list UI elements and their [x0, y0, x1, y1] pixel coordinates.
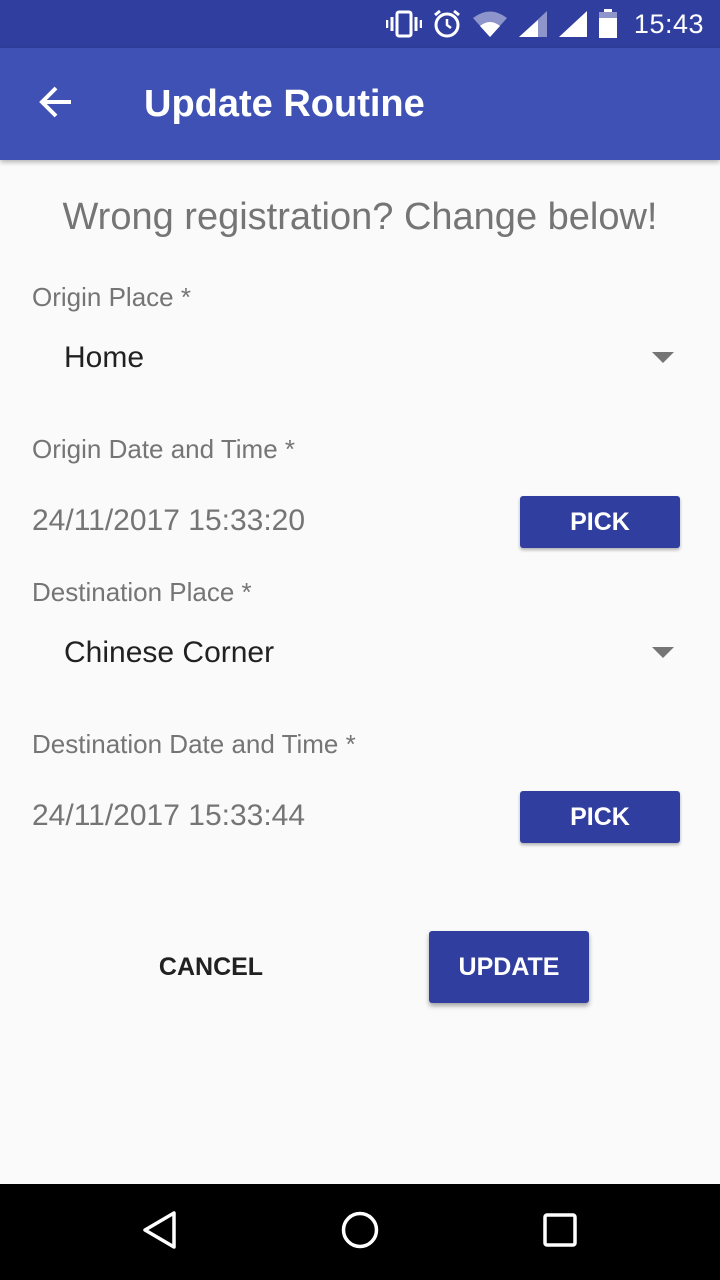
- battery-icon: [598, 9, 618, 39]
- destination-place-spinner[interactable]: Chinese Corner: [32, 621, 688, 685]
- vibrate-icon: [385, 10, 422, 38]
- origin-datetime-value: 24/11/2017 15:33:20: [32, 504, 306, 537]
- recents-square-icon: [542, 1212, 578, 1253]
- back-button[interactable]: [24, 72, 88, 136]
- origin-place-label: Origin Place *: [32, 282, 191, 312]
- update-button[interactable]: UPDATE: [429, 931, 589, 1003]
- origin-datetime-label: Origin Date and Time *: [32, 434, 296, 464]
- pick-destination-datetime-button[interactable]: PICK: [520, 791, 680, 843]
- status-bar: 15:43: [0, 0, 720, 48]
- wifi-icon: [472, 10, 508, 38]
- app-bar: Update Routine: [0, 48, 720, 160]
- update-routine-form: Wrong registration? Change below! Origin…: [0, 160, 720, 1184]
- signal-icon: [518, 10, 548, 38]
- arrow-back-icon: [39, 85, 73, 124]
- status-icons: 15:43: [385, 0, 704, 48]
- alarm-icon: [432, 9, 462, 39]
- back-triangle-icon: [140, 1210, 180, 1255]
- status-time: 15:43: [633, 8, 704, 39]
- origin-place-spinner[interactable]: Home: [32, 326, 688, 390]
- dropdown-arrow-icon: [652, 647, 674, 658]
- destination-place-label: Destination Place *: [32, 577, 252, 607]
- pick-origin-datetime-button[interactable]: PICK: [520, 496, 680, 548]
- destination-place-value: Chinese Corner: [64, 636, 275, 669]
- form-headline: Wrong registration? Change below!: [62, 196, 658, 238]
- nav-home-button[interactable]: [320, 1200, 400, 1264]
- signal-icon: [558, 10, 588, 38]
- destination-datetime-value: 24/11/2017 15:33:44: [32, 799, 306, 832]
- nav-recents-button[interactable]: [520, 1200, 600, 1264]
- page-title: Update Routine: [144, 83, 425, 125]
- dropdown-arrow-icon: [652, 352, 674, 363]
- origin-place-value: Home: [64, 341, 145, 374]
- cancel-button[interactable]: CANCEL: [130, 931, 292, 1003]
- destination-datetime-label: Destination Date and Time *: [32, 729, 356, 759]
- nav-back-button[interactable]: [120, 1200, 200, 1264]
- navigation-bar: [0, 1184, 720, 1280]
- home-circle-icon: [340, 1210, 380, 1255]
